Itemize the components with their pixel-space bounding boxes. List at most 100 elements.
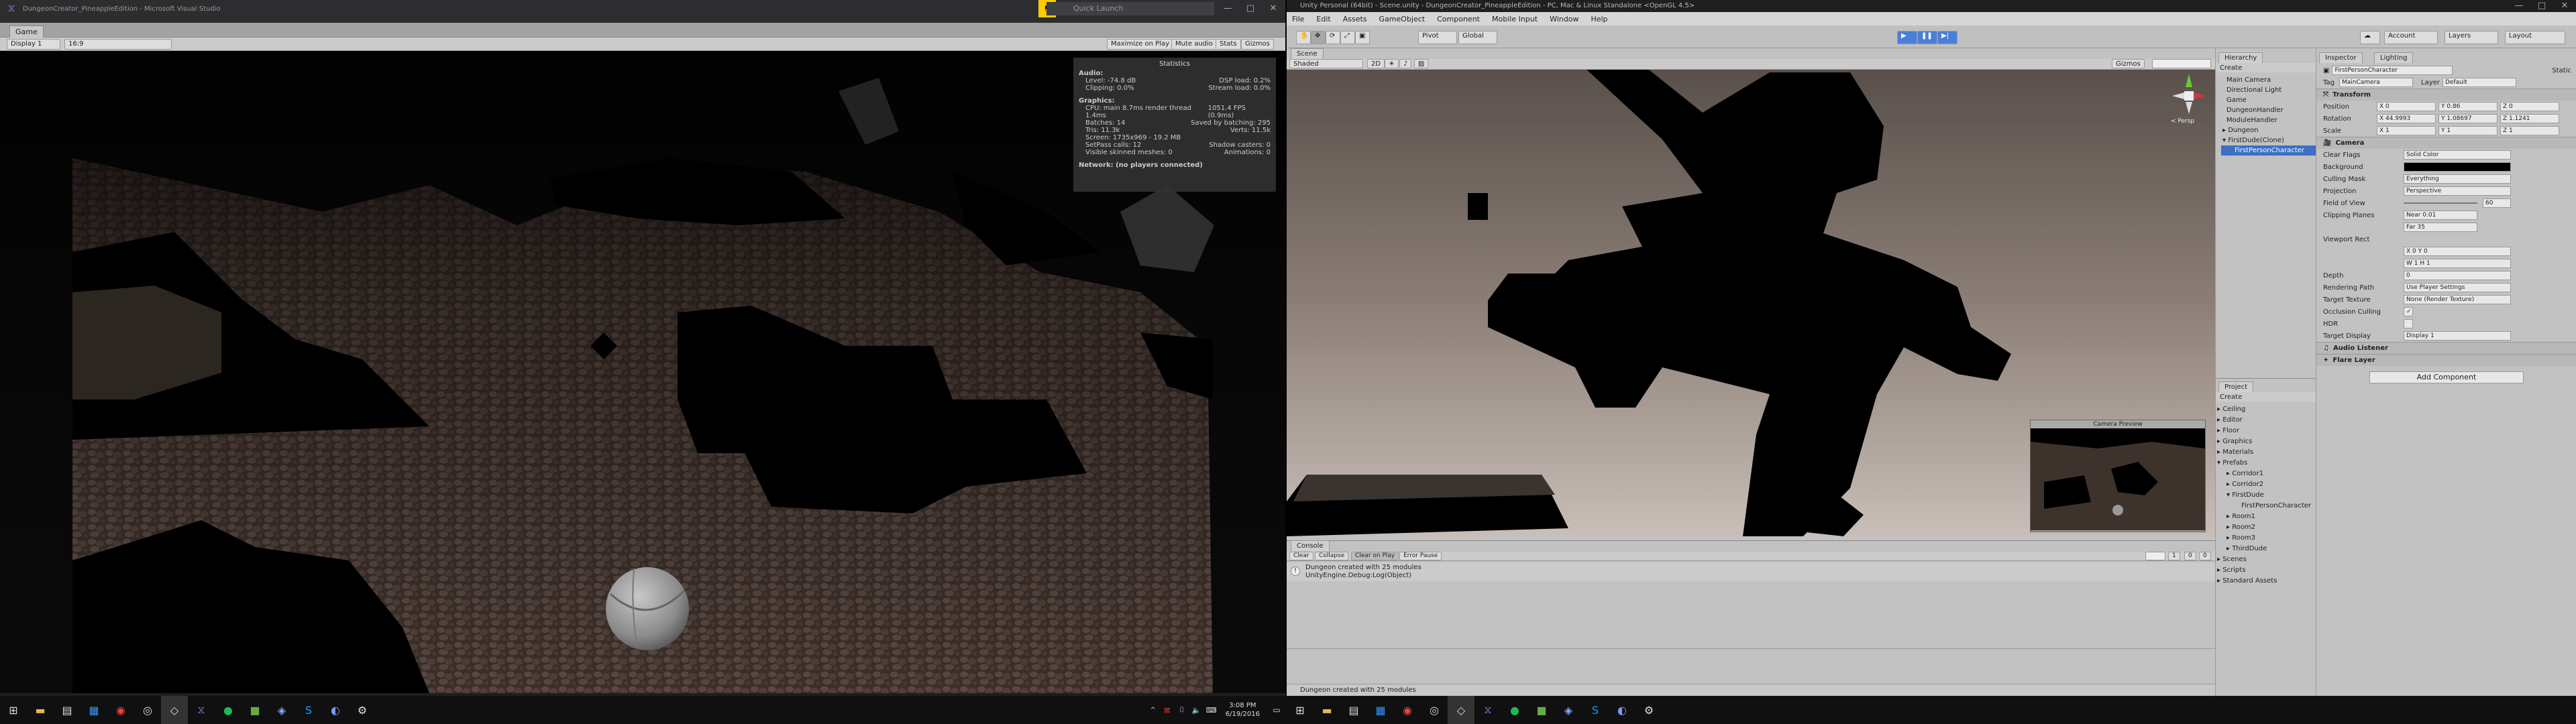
menu-mobile-input[interactable]: Mobile Input: [1492, 15, 1538, 23]
audio-toggle-icon[interactable]: ♪: [1399, 59, 1412, 68]
maximize-button[interactable]: □: [1239, 0, 1262, 17]
stats-button[interactable]: Stats: [1216, 39, 1241, 50]
aspect-select[interactable]: 16:9: [64, 39, 172, 50]
skype-icon[interactable]: S: [295, 696, 322, 724]
hierarchy-item[interactable]: Game: [2221, 95, 2316, 105]
file-explorer-icon[interactable]: ▬: [27, 696, 54, 724]
rotation-x[interactable]: X 44.9993: [2377, 114, 2436, 123]
project-create-button[interactable]: Create: [2216, 394, 2242, 401]
unity-icon[interactable]: ◇: [1448, 696, 1474, 724]
hierarchy-create-button[interactable]: Create: [2216, 64, 2242, 72]
far-clip-field[interactable]: Far 35: [2404, 223, 2477, 232]
scene-search-input[interactable]: [2152, 59, 2211, 68]
hierarchy-item[interactable]: ▾ FirstDude(Clone): [2221, 135, 2316, 145]
console-clear-button[interactable]: Clear: [1289, 552, 1313, 560]
store-icon[interactable]: ▦: [80, 696, 107, 724]
global-toggle[interactable]: Global: [1458, 31, 1497, 44]
task-manager-icon[interactable]: ▤: [54, 696, 80, 724]
camera-header[interactable]: 🎥 Camera: [2316, 137, 2576, 149]
store-icon[interactable]: ▦: [1367, 696, 1394, 724]
project-folder[interactable]: ▸ Materials: [2217, 447, 2316, 458]
file-explorer-icon[interactable]: ▬: [1313, 696, 1340, 724]
scale-tool-button[interactable]: ⤢: [1340, 31, 1355, 44]
console-clear-on-play-button[interactable]: Clear on Play: [1351, 552, 1399, 560]
project-folder[interactable]: ▸ Standard Assets: [2217, 576, 2316, 587]
transform-header[interactable]: ⤧ Transform: [2316, 88, 2576, 101]
hdr-checkbox[interactable]: [2404, 319, 2413, 328]
lighting-toggle-icon[interactable]: ☀: [1385, 59, 1399, 68]
tray-expand-icon[interactable]: ^: [1146, 696, 1160, 724]
menu-help[interactable]: Help: [1591, 15, 1607, 23]
tag-select[interactable]: MainCamera: [2339, 78, 2413, 87]
effects-toggle-icon[interactable]: ▨: [1414, 59, 1429, 68]
project-folder[interactable]: ▸ Room3: [2217, 533, 2316, 544]
tab-hierarchy[interactable]: Hierarchy: [2218, 52, 2263, 63]
flare-layer-header[interactable]: ✦ Flare Layer: [2316, 354, 2576, 366]
log-count[interactable]: 1: [2168, 552, 2180, 560]
chrome-icon[interactable]: ◉: [107, 696, 134, 724]
tab-game[interactable]: Game: [9, 25, 44, 38]
volume-icon[interactable]: 🔈: [1189, 696, 1204, 724]
project-folder[interactable]: ▸ Room1: [2217, 511, 2316, 522]
scene-gizmos-button[interactable]: Gizmos: [2112, 59, 2145, 68]
project-folder[interactable]: ▸ Ceiling: [2217, 404, 2316, 415]
visual-studio-taskbar-icon[interactable]: ⧖: [1474, 696, 1501, 724]
fov-field[interactable]: 60: [2483, 198, 2511, 208]
depth-field[interactable]: 0: [2404, 271, 2511, 280]
menu-file[interactable]: File: [1292, 15, 1304, 23]
close-button[interactable]: ✕: [1262, 0, 1285, 17]
console-collapse-button[interactable]: Collapse: [1315, 552, 1349, 560]
scene-orientation-gizmo[interactable]: [2165, 72, 2212, 119]
project-folder[interactable]: ▸ Editor: [2217, 415, 2316, 426]
fov-slider[interactable]: [2404, 202, 2477, 204]
chrome-icon[interactable]: ◉: [1394, 696, 1421, 724]
steam-icon[interactable]: ◎: [1421, 696, 1448, 724]
project-folder[interactable]: ▸ Corridor1: [2217, 469, 2316, 479]
menu-assets[interactable]: Assets: [1343, 15, 1367, 23]
visual-studio-taskbar-icon[interactable]: ⧖: [188, 696, 215, 724]
rotation-y[interactable]: Y 1.08697: [2438, 114, 2498, 123]
steam-client-icon[interactable]: ◈: [1555, 696, 1582, 724]
viewport-wh-field[interactable]: W 1 H 1: [2404, 259, 2511, 268]
2d-toggle[interactable]: 2D: [1367, 59, 1385, 68]
hierarchy-item[interactable]: ▸ Dungeon: [2221, 125, 2316, 135]
position-y[interactable]: Y 0.86: [2438, 102, 2498, 111]
task-manager-icon[interactable]: ▤: [1340, 696, 1367, 724]
start-button-icon[interactable]: ⊞: [0, 696, 27, 724]
layers-select[interactable]: Layers: [2445, 31, 2498, 44]
project-folder[interactable]: ▾ Prefabs: [2217, 458, 2316, 469]
rotate-tool-button[interactable]: ⟳: [1326, 31, 1340, 44]
hierarchy-item[interactable]: DungeonHandler: [2221, 105, 2316, 115]
target-display-select[interactable]: Display 1: [2404, 331, 2511, 341]
static-toggle[interactable]: Static: [2552, 67, 2571, 74]
tab-console[interactable]: Console: [1291, 540, 1330, 551]
step-button[interactable]: ▶|: [1937, 31, 1957, 44]
audio-listener-header[interactable]: ♫ Audio Listener: [2316, 342, 2576, 354]
maximize-on-play-button[interactable]: Maximize on Play: [1107, 39, 1174, 50]
target-texture-field[interactable]: None (Render Texture): [2404, 295, 2511, 304]
project-asset[interactable]: FirstPersonCharacter: [2217, 501, 2316, 511]
console-search-input[interactable]: [2145, 552, 2165, 560]
rendering-path-select[interactable]: Use Player Settings: [2404, 283, 2511, 292]
warning-count[interactable]: 0: [2184, 552, 2196, 560]
gizmos-button[interactable]: Gizmos: [1241, 39, 1274, 50]
near-clip-field[interactable]: Near 0.01: [2404, 210, 2477, 220]
app-icon[interactable]: ⚙: [349, 696, 376, 724]
rect-tool-button[interactable]: ▣: [1355, 31, 1370, 44]
hierarchy-item[interactable]: Main Camera: [2221, 75, 2316, 85]
project-folder[interactable]: ▸ Graphics: [2217, 436, 2316, 447]
menu-edit[interactable]: Edit: [1316, 15, 1330, 23]
unity-icon[interactable]: ◇: [161, 696, 188, 724]
network-icon[interactable]: ⌷: [1175, 696, 1189, 724]
spotify-icon[interactable]: ●: [215, 696, 241, 724]
quick-launch-input[interactable]: Quick Launch: [1046, 2, 1214, 15]
hierarchy-item-selected[interactable]: FirstPersonCharacter: [2221, 145, 2316, 156]
scale-x[interactable]: X 1: [2377, 126, 2436, 135]
discord-icon[interactable]: ◐: [1609, 696, 1635, 724]
occlusion-culling-checkbox[interactable]: ✓: [2404, 307, 2413, 316]
steam-client-icon[interactable]: ◈: [268, 696, 295, 724]
language-icon[interactable]: ⌨: [1204, 696, 1219, 724]
project-folder[interactable]: ▸ ThirdDude: [2217, 544, 2316, 554]
project-folder[interactable]: ▸ Corridor2: [2217, 479, 2316, 490]
hand-tool-button[interactable]: ✋: [1296, 31, 1311, 44]
